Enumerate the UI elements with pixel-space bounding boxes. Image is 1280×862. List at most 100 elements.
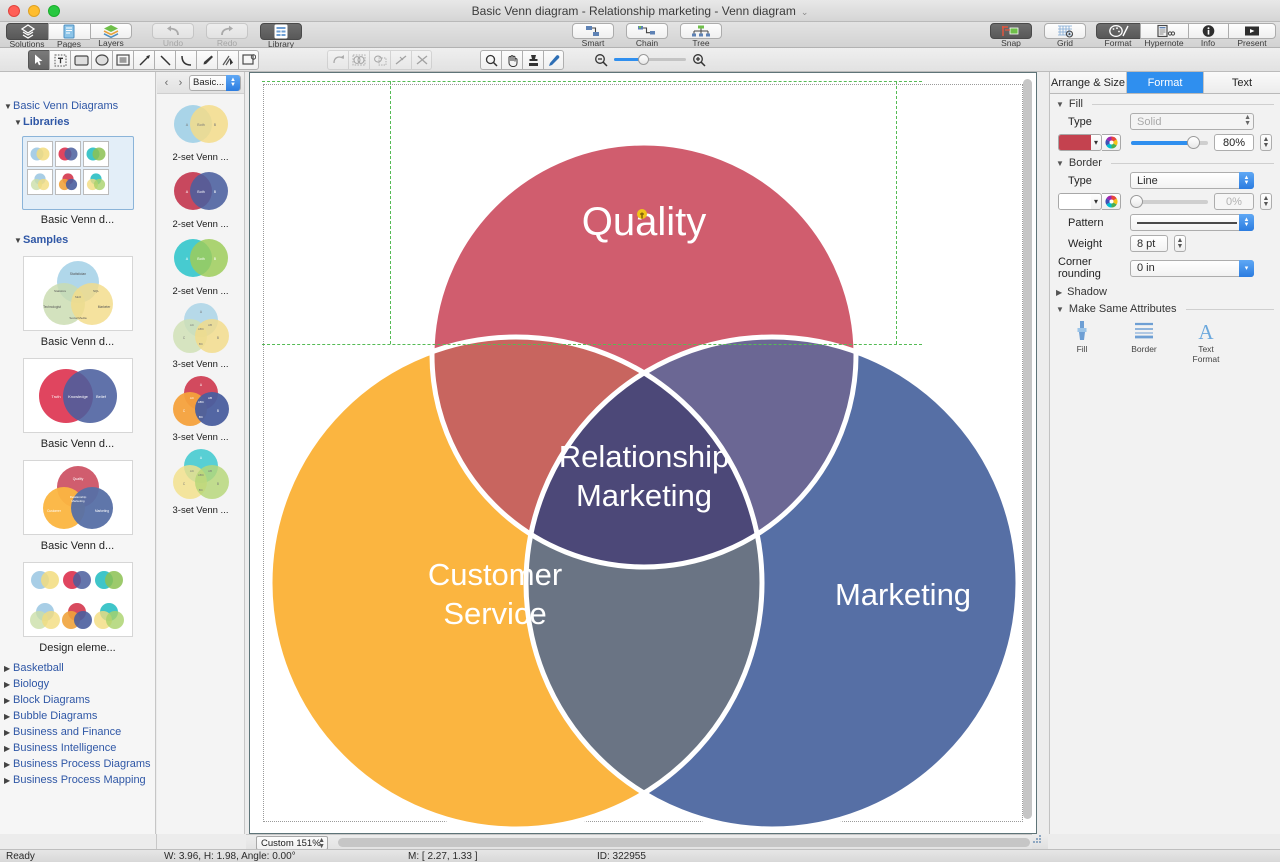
section-header-border[interactable]: ▼ Border [1050,153,1280,170]
disclosure-triangle-icon[interactable]: ▼ [14,236,23,245]
text-box-icon[interactable] [49,50,70,70]
toolbar-button-info[interactable]: Info [1188,23,1228,48]
rotate-icon[interactable] [327,50,348,70]
disclosure-triangle-icon[interactable]: ▶ [4,744,13,753]
library-item[interactable]: A Both B 2-set Venn ... [157,167,244,230]
section-header-shadow[interactable]: ▶ Shadow [1050,282,1280,299]
disclosure-triangle-icon[interactable]: ▶ [4,776,13,785]
color-wheel-icon[interactable] [1102,134,1121,151]
disclosure-triangle-icon[interactable]: ▶ [4,712,13,721]
sidebar-section-libraries[interactable]: ▼Libraries [0,114,155,130]
make-same-text-format-button[interactable]: A Text Format [1184,320,1228,364]
chevron-down-icon[interactable]: ▾ [1094,197,1098,206]
toolbar-button-tree[interactable]: Tree [680,23,722,48]
toolbar-button-snap[interactable]: Snap [990,23,1032,48]
venn-label-center-line2[interactable]: Marketing [576,478,712,513]
fill-color-swatch[interactable]: ▾ [1058,134,1102,151]
library-item[interactable]: A AC AB ABC C B BC 3-set Venn ... [157,447,244,516]
disclosure-triangle-icon[interactable]: ▶ [4,696,13,705]
ungroup-icon[interactable] [369,50,390,70]
disclosure-triangle-icon[interactable]: ▼ [4,102,13,111]
zoom-icon[interactable] [480,50,501,70]
eyedropper-icon[interactable] [543,50,564,70]
zoom-slider-knob[interactable] [638,54,649,65]
toolbar-button-pages[interactable]: Pages [48,23,90,49]
chevron-down-icon[interactable]: ▾ [1094,138,1098,147]
zoom-slider[interactable] [614,53,686,67]
line-icon[interactable] [154,50,175,70]
venn-diagram[interactable]: Quality Relationship Marketing Customer … [250,73,1038,835]
venn-label-customer-service-line1[interactable]: Customer [428,557,562,592]
edit-points-icon[interactable] [217,50,238,70]
border-opacity-value[interactable]: 0% [1214,193,1254,210]
toolbar-button-library[interactable]: Library [260,23,302,49]
fill-opacity-knob[interactable] [1186,136,1200,149]
title-chevron-icon[interactable]: ⌄ [801,1,809,23]
venn-label-center-line1[interactable]: Relationship [559,439,730,474]
zoom-out-icon[interactable] [594,53,608,67]
sidebar-item-business-process-mapping[interactable]: ▶ Business Process Mapping [0,772,155,788]
canvas-vertical-scrollbar[interactable] [1023,79,1032,827]
make-same-fill-button[interactable]: Fill [1060,320,1104,364]
border-color-swatch[interactable]: ▾ [1058,193,1102,210]
disclosure-triangle-icon[interactable]: ▼ [1056,100,1064,109]
ellipse-icon[interactable] [91,50,112,70]
sample-thumbnail[interactable]: Statistician Statistics SQL SEO Technolo… [22,256,133,331]
toolbar-button-undo[interactable]: Undo [152,23,194,48]
library-item[interactable]: A AC AB ABC C B BC 3-set Venn ... [157,301,244,370]
tab-format[interactable]: Format [1127,72,1204,93]
corner-rounding-caret[interactable]: ▾ [1239,259,1254,277]
border-type-stepper[interactable]: ▲ ▼ [1239,172,1254,189]
disclosure-triangle-icon[interactable]: ▶ [4,664,13,673]
toolbar-button-smart[interactable]: Smart [572,23,614,48]
border-opacity-slider[interactable] [1130,195,1208,208]
canvas-area[interactable]: Quality Relationship Marketing Customer … [246,72,1048,834]
stamp-icon[interactable] [522,50,543,70]
library-item[interactable]: A AC AB ABC C B BC 3-set Venn ... [157,374,244,443]
library-selector-stepper[interactable]: ▲ ▼ [226,74,240,91]
toolbar-button-format[interactable]: Format [1096,23,1140,48]
section-header-fill[interactable]: ▼ Fill [1050,94,1280,111]
fill-opacity-value[interactable]: 80% [1214,134,1254,151]
sample-thumbnail[interactable]: Truth Knowledge Belief [22,358,133,433]
toolbar-button-chain[interactable]: Chain [626,23,668,48]
tab-arrange-and-size[interactable]: Arrange & Size [1050,72,1127,93]
arrow-icon[interactable] [133,50,154,70]
library-thumb[interactable] [55,141,81,167]
library-item[interactable]: A Both B 2-set Venn ... [157,100,244,163]
sidebar-section-samples[interactable]: ▼Samples [0,232,155,248]
pen-icon[interactable] [196,50,217,70]
library-thumb[interactable] [27,141,53,167]
sidebar-item-bubble-diagrams[interactable]: ▶ Bubble Diagrams [0,708,155,724]
canvas-horizontal-scrollbar[interactable] [338,838,1030,847]
venn-label-marketing[interactable]: Marketing [835,577,971,612]
corner-rounding-select[interactable]: 0 in ▾ [1130,259,1254,277]
curve-icon[interactable] [175,50,196,70]
border-pattern-select[interactable]: ▲ ▼ [1130,214,1254,231]
sidebar-item-business-intelligence[interactable]: ▶ Business Intelligence [0,740,155,756]
make-same-border-button[interactable]: Border [1122,320,1166,364]
library-thumb[interactable] [83,169,109,195]
chevron-left-icon[interactable]: ‹ [161,77,172,89]
venn-diagram-svg[interactable]: Quality Relationship Marketing Customer … [250,73,1038,835]
disclosure-triangle-icon[interactable]: ▼ [14,118,23,127]
border-weight-stepper[interactable]: ▲ ▼ [1174,235,1186,252]
toolbar-button-present[interactable]: Present [1228,23,1276,48]
callout-icon[interactable] [238,50,259,70]
disclosure-triangle-icon[interactable]: ▼ [1056,305,1064,314]
border-opacity-knob[interactable] [1130,195,1143,208]
solutions-sidebar[interactable]: ▼Basic Venn Diagrams ▼Libraries Basic Ve… [0,72,156,834]
zoom-in-icon[interactable] [692,53,706,67]
zoom-level-selector[interactable]: Custom 151% ▲ ▼ [256,836,328,850]
sidebar-item-block-diagrams[interactable]: ▶ Block Diagrams [0,692,155,708]
sidebar-item-business-and-finance[interactable]: ▶ Business and Finance [0,724,155,740]
library-thumb[interactable] [83,141,109,167]
library-item[interactable]: A Both B 2-set Venn ... [157,234,244,297]
color-wheel-icon[interactable] [1102,193,1121,210]
border-type-select[interactable]: Line ▲ ▼ [1130,172,1254,189]
sample-thumbnail[interactable]: Quality Relationship Marketing Customer … [22,460,133,535]
border-weight-input[interactable]: 8 pt [1130,235,1168,252]
disclosure-triangle-icon[interactable]: ▶ [4,728,13,737]
toolbar-button-grid[interactable]: Grid [1044,23,1086,48]
toolbar-button-solutions[interactable]: Solutions [6,23,48,49]
